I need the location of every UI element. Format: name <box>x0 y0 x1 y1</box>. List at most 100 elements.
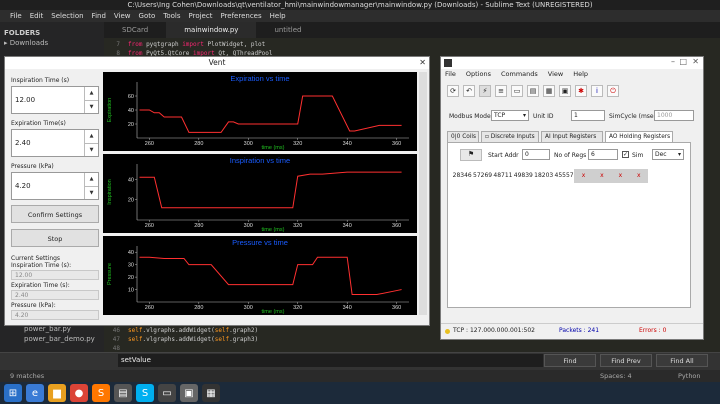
up-arrow-icon[interactable]: ▲ <box>84 130 98 143</box>
menu-goto[interactable]: Goto <box>139 12 156 20</box>
cur-exp-label: Expiration Time (s): <box>11 282 70 289</box>
find-all-button[interactable]: Find All <box>656 354 708 367</box>
no-of-regs-input[interactable]: 6 <box>588 149 618 160</box>
menu-file[interactable]: File <box>445 69 456 80</box>
x-tick-label: 280 <box>194 223 203 229</box>
file-power-bar-demo[interactable]: power_bar_demo.py <box>24 334 95 344</box>
simcycle-input[interactable]: 1000 <box>654 110 694 121</box>
ao-icon: AO <box>609 134 620 140</box>
folders-heading: FOLDERS <box>4 29 41 37</box>
format-select[interactable]: Dec ▾ <box>652 149 684 160</box>
register-cell[interactable]: 48711 <box>493 169 513 183</box>
monitor-icon[interactable]: ▭ <box>511 85 523 97</box>
ie-icon[interactable]: e <box>26 384 44 402</box>
app2-icon[interactable]: ▦ <box>202 384 220 402</box>
down-arrow-icon[interactable]: ▼ <box>84 100 98 113</box>
tab-input-registers[interactable]: AI Input Registers <box>541 131 603 142</box>
y-axis-label: Pressure <box>107 263 113 285</box>
read-icon[interactable]: ▤ <box>527 85 539 97</box>
app-icon <box>444 59 452 67</box>
exp-spinbox[interactable]: 2.40 ▲ ▼ <box>11 129 99 157</box>
tab-holding-registers[interactable]: AO Holding Registers <box>605 131 673 142</box>
vent-window: Vent ✕ Inspiration Time (s) 12.00 ▲ ▼ Expi… <box>4 56 430 326</box>
tab-discrete-inputs[interactable]: ▫ Discrete Inputs <box>481 131 539 142</box>
x-tick-label: 300 <box>244 141 253 147</box>
app-icon[interactable]: ▤ <box>114 384 132 402</box>
modbus-title-bar: – □ ✕ <box>441 57 703 69</box>
tab-mainwindow[interactable]: mainwindow.py <box>166 22 257 38</box>
x-tick-label: 320 <box>293 223 302 229</box>
skype-icon[interactable]: S <box>136 384 154 402</box>
menu-view[interactable]: View <box>114 12 131 20</box>
explorer-icon[interactable]: ▆ <box>48 384 66 402</box>
terminal-icon[interactable]: ▭ <box>158 384 176 402</box>
info-icon[interactable]: i <box>591 85 603 97</box>
menu-options[interactable]: Options <box>466 69 491 80</box>
up-arrow-icon[interactable]: ▲ <box>84 173 98 186</box>
press-spinbox[interactable]: 4.20 ▲ ▼ <box>11 172 99 200</box>
register-cell[interactable]: 45557 <box>554 169 574 183</box>
maximize-icon[interactable]: □ <box>679 57 687 66</box>
scrollbar[interactable] <box>419 72 427 315</box>
register-cell[interactable]: 18203 <box>534 169 554 183</box>
log-icon[interactable]: ≡ <box>495 85 507 97</box>
status-matches: 9 matches <box>10 372 45 380</box>
x-axis-label: time (ms) <box>262 227 285 233</box>
menu-preferences[interactable]: Preferences <box>220 12 261 20</box>
register-cell[interactable]: 49839 <box>513 169 533 183</box>
chart-title: Expiration vs time <box>230 74 289 83</box>
chrome-icon[interactable]: ● <box>70 384 88 402</box>
menu-view[interactable]: View <box>548 69 563 80</box>
close-icon[interactable]: ✕ <box>419 58 426 67</box>
menu-file[interactable]: File <box>10 12 22 20</box>
window-icon[interactable]: ▣ <box>180 384 198 402</box>
confirm-settings-button[interactable]: Confirm Settings <box>11 205 99 223</box>
register-cell[interactable]: 57269 <box>472 169 492 183</box>
folder-downloads[interactable]: ▸ Downloads <box>4 38 100 48</box>
start-icon[interactable]: ⊞ <box>4 384 22 402</box>
up-arrow-icon[interactable]: ▲ <box>84 87 98 100</box>
insp-spinbox[interactable]: 12.00 ▲ ▼ <box>11 86 99 114</box>
connection-status-icon <box>445 329 450 334</box>
minimize-icon[interactable]: – <box>671 57 675 66</box>
sim-checkbox[interactable]: ✓ <box>622 151 629 158</box>
down-arrow-icon[interactable]: ▼ <box>84 143 98 156</box>
menu-tools[interactable]: Tools <box>163 12 180 20</box>
find-input[interactable]: setValue <box>118 354 543 367</box>
menu-help[interactable]: Help <box>573 69 588 80</box>
connect-icon[interactable]: ⚡ <box>479 85 491 97</box>
exit-icon[interactable]: ⏻ <box>607 85 619 97</box>
read-registers-icon[interactable]: ⚑ <box>460 149 482 161</box>
modbus-mode-select[interactable]: TCP ▾ <box>491 110 529 121</box>
refresh-icon[interactable]: ⟳ <box>447 85 459 97</box>
find-prev-button[interactable]: Find Prev <box>600 354 652 367</box>
series-line <box>139 256 402 296</box>
close-icon[interactable]: ✕ <box>692 57 699 66</box>
x-tick-label: 340 <box>343 141 352 147</box>
find-button[interactable]: Find <box>544 354 596 367</box>
menu-commands[interactable]: Commands <box>501 69 538 80</box>
menu-project[interactable]: Project <box>189 12 213 20</box>
tab-untitled[interactable]: untitled <box>256 22 319 38</box>
y-axis-label: Expiration <box>107 98 113 122</box>
start-addr-input[interactable]: 0 <box>522 149 550 160</box>
unit-id-input[interactable]: 1 <box>571 110 605 121</box>
tab-coils[interactable]: 0|0 Coils <box>447 131 479 142</box>
menu-find[interactable]: Find <box>92 12 106 20</box>
undo-icon[interactable]: ↶ <box>463 85 475 97</box>
grid-icon[interactable]: ▦ <box>543 85 555 97</box>
menu-selection[interactable]: Selection <box>51 12 83 20</box>
save-icon[interactable]: ▣ <box>559 85 571 97</box>
down-arrow-icon[interactable]: ▼ <box>84 186 98 199</box>
status-spaces[interactable]: Spaces: 4 <box>600 370 632 382</box>
menu-help[interactable]: Help <box>270 12 286 20</box>
register-cell[interactable]: 28346 <box>452 169 472 183</box>
sublime-icon[interactable]: S <box>92 384 110 402</box>
tools-icon[interactable]: ✱ <box>575 85 587 97</box>
tab-sdcard[interactable]: SDCard <box>104 22 166 38</box>
stop-button[interactable]: Stop <box>11 229 99 247</box>
x-tick-label: 300 <box>244 223 253 229</box>
menu-edit[interactable]: Edit <box>30 12 44 20</box>
cur-press-value: 4.20 <box>11 310 99 320</box>
status-syntax[interactable]: Python <box>678 370 701 382</box>
